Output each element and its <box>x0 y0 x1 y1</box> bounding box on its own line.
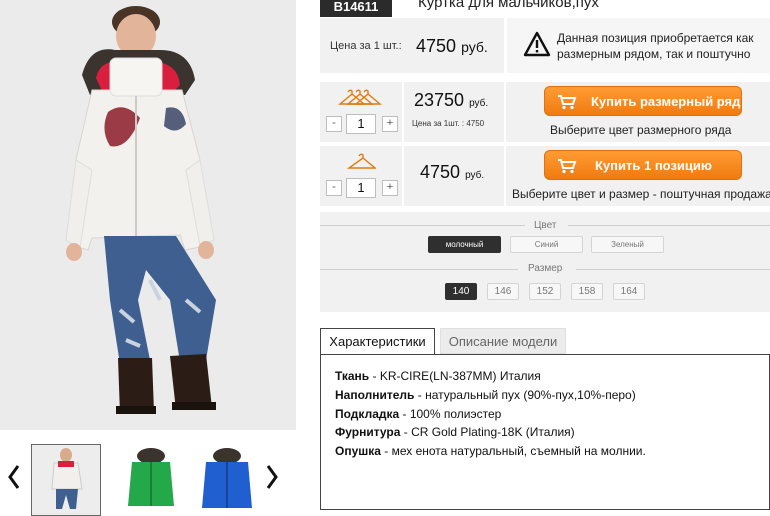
single-plus-button[interactable]: + <box>382 180 398 196</box>
single-price-number: 4750 <box>420 162 461 182</box>
thumbnail-strip <box>0 432 296 516</box>
spec-row: Наполнитель - натуральный пух (90%-пух,1… <box>335 388 636 402</box>
size-option-164[interactable]: 164 <box>613 283 645 300</box>
product-tabs: Характеристики Описание модели <box>320 328 770 354</box>
color-option-blue[interactable]: Синий <box>510 236 583 253</box>
size-set-row: - 1 + 23750 руб. Цена за 1шт. : 4750 Куп… <box>320 82 770 142</box>
set-price-number: 23750 <box>414 90 465 110</box>
size-option-146[interactable]: 146 <box>487 283 519 300</box>
spec-label: Наполнитель <box>335 388 415 402</box>
spec-label: Опушка <box>335 444 381 458</box>
product-main-photo[interactable] <box>0 0 296 430</box>
divider <box>504 82 506 142</box>
unit-price-value: 4750 руб. <box>416 36 488 57</box>
unit-price-number: 4750 <box>416 36 457 56</box>
spec-value: - 100% полиэстер <box>399 407 502 421</box>
set-per-unit: Цена за 1шт. : 4750 <box>412 119 485 128</box>
purchase-note-text: Данная позиция приобретается как размерн… <box>557 31 754 61</box>
set-price: 23750 руб. <box>414 90 488 111</box>
spec-row: Ткань - KR-CIRE(LN-387MM) Италия <box>335 369 541 383</box>
hanger-icon <box>346 152 377 179</box>
thumbnail-2[interactable] <box>116 444 186 516</box>
divider <box>504 146 506 206</box>
set-price-currency: руб. <box>469 98 489 109</box>
buy-size-set-label: Купить размерный ряд <box>591 94 741 109</box>
divider <box>568 225 770 226</box>
divider <box>402 82 404 142</box>
unit-price-box: Цена за 1 шт.: 4750 руб. <box>320 18 504 73</box>
set-quantity-input[interactable]: 1 <box>346 114 376 134</box>
buy-single-button[interactable]: Купить 1 позицию <box>544 150 742 180</box>
shopping-cart-icon <box>557 158 577 177</box>
warning-triangle-icon <box>523 31 551 57</box>
product-sku: B14611 <box>320 0 392 17</box>
single-item-row: - 1 + 4750 руб. Купить 1 позицию Выберит… <box>320 146 770 206</box>
spec-value: - CR Gold Plating-18K (Италия) <box>400 425 575 439</box>
single-price: 4750 руб. <box>420 162 484 183</box>
spec-value: - KR-CIRE(LN-387MM) Италия <box>369 369 541 383</box>
buy-single-label: Купить 1 позицию <box>595 158 712 173</box>
tab-characteristics[interactable]: Характеристики <box>320 328 435 354</box>
divider <box>320 225 525 226</box>
spec-row: Подкладка - 100% полиэстер <box>335 407 501 421</box>
chevron-left-icon[interactable] <box>4 462 24 492</box>
purchase-note: Данная позиция приобретается как размерн… <box>507 18 770 73</box>
single-price-currency: руб. <box>465 170 485 181</box>
spec-label: Подкладка <box>335 407 400 421</box>
size-option-140[interactable]: 140 <box>445 283 477 300</box>
thumbnail-3[interactable] <box>192 444 262 516</box>
hanger-set-icon <box>338 88 384 115</box>
set-minus-button[interactable]: - <box>326 116 342 132</box>
size-option-152[interactable]: 152 <box>529 283 561 300</box>
tab-description[interactable]: Описание модели <box>440 328 566 354</box>
shopping-cart-icon <box>557 94 577 113</box>
size-option-158[interactable]: 158 <box>571 283 603 300</box>
spec-label: Ткань <box>335 369 370 383</box>
size-set-hint: Выберите цвет размерного ряда <box>550 123 732 137</box>
product-title: Куртка для мальчиков,пух <box>418 0 599 11</box>
characteristics-panel: Ткань - KR-CIRE(LN-387MM) Италия Наполни… <box>320 354 770 510</box>
divider <box>320 269 518 270</box>
thumbnail-1[interactable] <box>31 444 101 516</box>
size-heading: Размер <box>528 263 563 274</box>
color-option-milk[interactable]: молочный <box>428 236 501 253</box>
spec-value: - мех енота натуральный, съемный на молн… <box>380 444 646 458</box>
spec-value: - натуральный пух (90%-пух,10%-перо) <box>414 388 636 402</box>
set-plus-button[interactable]: + <box>382 116 398 132</box>
unit-price-currency: руб. <box>461 39 488 55</box>
spec-label: Фурнитура <box>335 425 401 439</box>
single-hint: Выберите цвет и размер - поштучная прода… <box>512 187 770 201</box>
options-panel: Цвет молочный Синий Зеленый Размер 140 1… <box>320 212 770 312</box>
divider <box>576 269 770 270</box>
unit-price-label: Цена за 1 шт.: <box>330 40 402 52</box>
single-minus-button[interactable]: - <box>326 180 342 196</box>
color-option-green[interactable]: Зеленый <box>591 236 664 253</box>
spec-row: Фурнитура - CR Gold Plating-18K (Италия) <box>335 425 575 439</box>
spec-row: Опушка - мех енота натуральный, съемный … <box>335 444 646 458</box>
single-quantity-input[interactable]: 1 <box>346 178 376 198</box>
divider <box>402 146 404 206</box>
color-heading: Цвет <box>534 220 557 231</box>
chevron-right-icon[interactable] <box>262 462 282 492</box>
buy-size-set-button[interactable]: Купить размерный ряд <box>544 86 742 116</box>
